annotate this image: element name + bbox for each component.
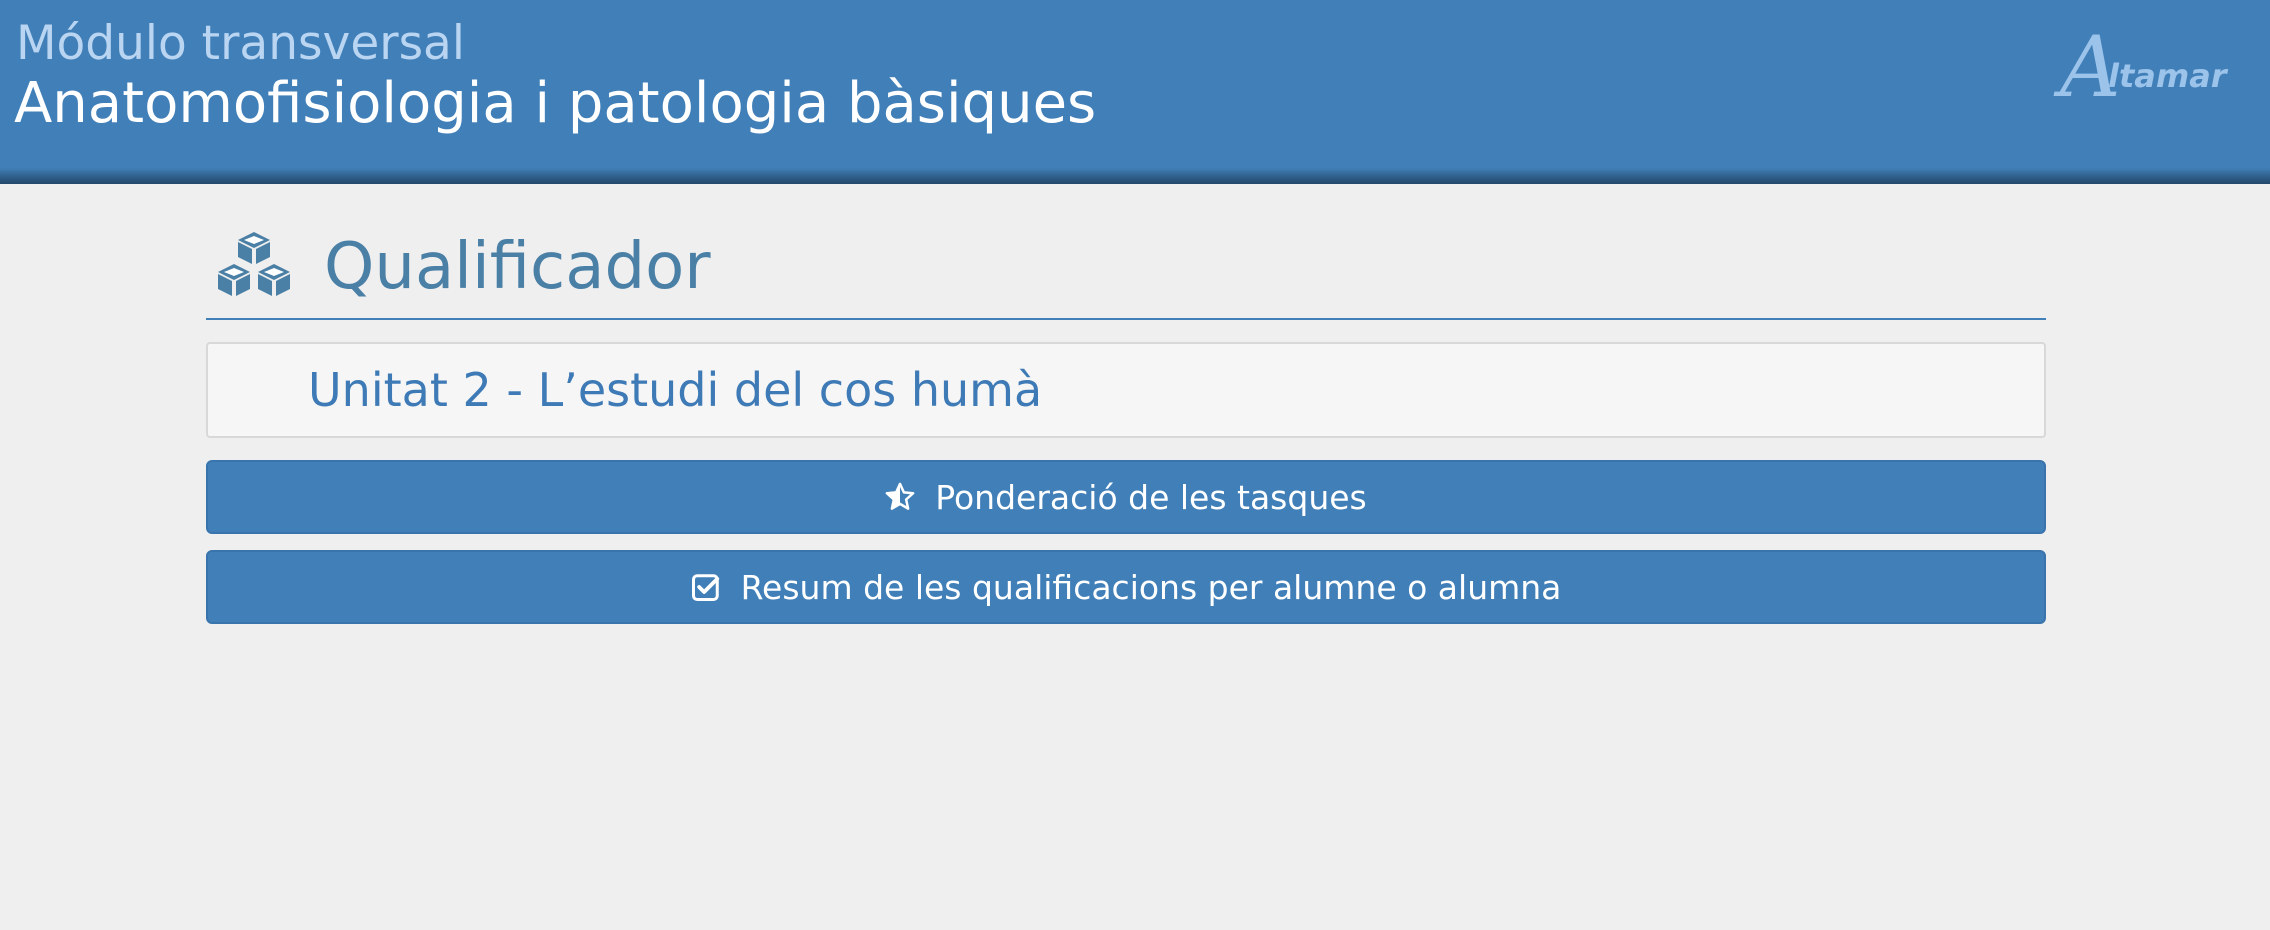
logo-text: ltamar	[2108, 57, 2227, 95]
page-title: Qualificador	[324, 230, 711, 304]
task-weighting-button[interactable]: Ponderació de les tasques	[206, 460, 2046, 534]
section-header: Qualificador	[206, 220, 2046, 320]
unit-panel: Unitat 2 - L’estudi del cos humà	[206, 342, 2046, 438]
task-weighting-label: Ponderació de les tasques	[935, 477, 1367, 517]
course-title: Anatomofisiologia i patologia bàsiques	[14, 71, 1097, 136]
cubes-icon	[218, 232, 290, 296]
grades-summary-button[interactable]: Resum de les qualificacions per alumne o…	[206, 550, 2046, 624]
header-shadow	[0, 168, 2270, 184]
check-square-icon	[691, 574, 719, 601]
star-half-icon	[885, 482, 915, 510]
grades-summary-label: Resum de les qualificacions per alumne o…	[740, 567, 1562, 607]
module-label: Módulo transversal	[16, 16, 465, 71]
unit-title: Unitat 2 - L’estudi del cos humà	[308, 363, 1043, 417]
main-content: Qualificador Unitat 2 - L’estudi del cos…	[206, 220, 2046, 624]
altamar-logo[interactable]: A ltamar	[2060, 22, 2227, 112]
app-header: Módulo transversal Anatomofisiologia i p…	[0, 0, 2270, 183]
